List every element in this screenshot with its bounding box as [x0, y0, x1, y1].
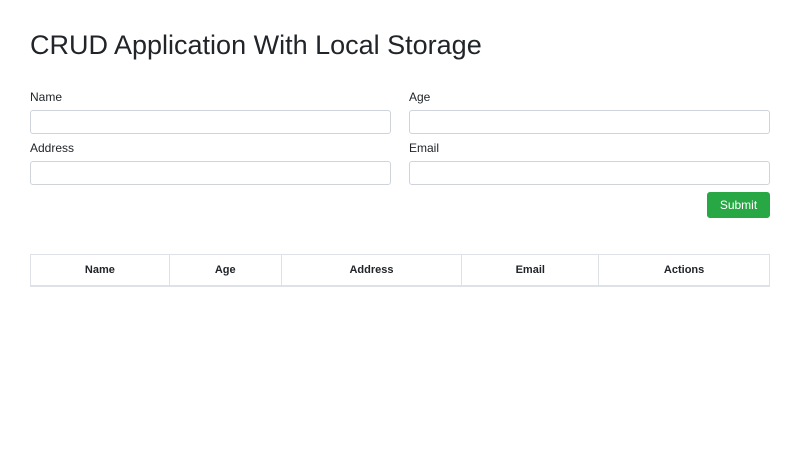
table-header-row: Name Age Address Email Actions — [30, 254, 770, 287]
submit-button[interactable]: Submit — [707, 192, 770, 218]
name-group: Name — [30, 90, 391, 134]
page: CRUD Application With Local Storage Name… — [0, 0, 800, 450]
email-group: Email — [409, 141, 770, 185]
column-header-actions: Actions — [598, 254, 770, 287]
column-header-address: Address — [280, 254, 463, 287]
age-input[interactable] — [409, 110, 770, 134]
form-row-1: Name Age — [30, 90, 770, 134]
address-input[interactable] — [30, 161, 391, 185]
page-title: CRUD Application With Local Storage — [30, 30, 482, 60]
email-label: Email — [409, 141, 440, 155]
record-form: Name Age Address Email Submit — [30, 90, 770, 218]
column-header-age: Age — [168, 254, 282, 287]
column-header-email: Email — [461, 254, 600, 287]
table-header: Name Age Address Email Actions — [30, 254, 770, 287]
email-input[interactable] — [409, 161, 770, 185]
address-label: Address — [30, 141, 75, 155]
address-group: Address — [30, 141, 391, 185]
name-input[interactable] — [30, 110, 391, 134]
age-group: Age — [409, 90, 770, 134]
column-header-name: Name — [30, 254, 170, 287]
records-table: Name Age Address Email Actions — [30, 254, 770, 287]
age-label: Age — [409, 90, 431, 104]
submit-row: Submit — [30, 192, 770, 218]
form-row-2: Address Email — [30, 141, 770, 185]
name-label: Name — [30, 90, 63, 104]
